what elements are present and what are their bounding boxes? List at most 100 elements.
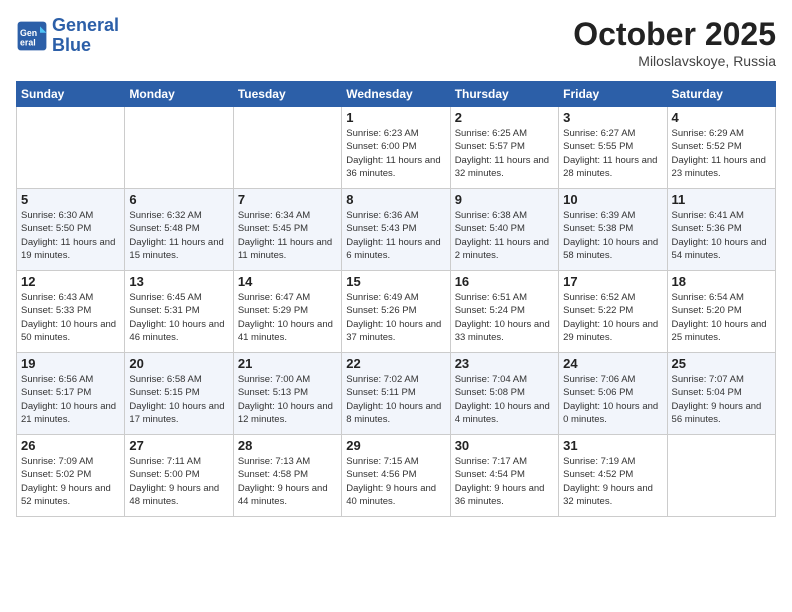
day-cell: 17Sunrise: 6:52 AM Sunset: 5:22 PM Dayli… [559,271,667,353]
calendar-container: Gen eral General Blue October 2025 Milos… [0,0,792,612]
day-number: 30 [455,438,554,453]
week-row-2: 5 Sunrise: 6:30 AM Sunset: 5:50 PM Daylig… [17,189,776,271]
col-thursday: Thursday [450,82,558,107]
day-cell: 20Sunrise: 6:58 AM Sunset: 5:15 PM Dayli… [125,353,233,435]
day-cell: 8 Sunrise: 6:36 AM Sunset: 5:43 PM Daylig… [342,189,450,271]
day-number: 3 [563,110,662,125]
day-info: Sunrise: 6:54 AM Sunset: 5:20 PM Dayligh… [672,291,771,344]
day-cell: 2Sunrise: 6:25 AM Sunset: 5:57 PM Daylig… [450,107,558,189]
day-info: Sunrise: 7:09 AM Sunset: 5:02 PM Dayligh… [21,455,120,508]
day-cell: 22Sunrise: 7:02 AM Sunset: 5:11 PM Dayli… [342,353,450,435]
day-cell: 6 Sunrise: 6:32 AM Sunset: 5:48 PM Daylig… [125,189,233,271]
title-block: October 2025 Miloslavskoye, Russia [573,16,776,69]
day-info: Sunrise: 7:00 AM Sunset: 5:13 PM Dayligh… [238,373,337,426]
day-info: Sunrise: 6:32 AM Sunset: 5:48 PM Dayligh… [129,209,228,262]
day-number: 16 [455,274,554,289]
day-cell: 31 Sunrise: 7:19 AM Sunset: 4:52 PM Dayli… [559,435,667,517]
day-info: Sunrise: 6:56 AM Sunset: 5:17 PM Dayligh… [21,373,120,426]
location-subtitle: Miloslavskoye, Russia [573,53,776,69]
calendar-table: Sunday Monday Tuesday Wednesday Thursday… [16,81,776,517]
day-cell: 7Sunrise: 6:34 AM Sunset: 5:45 PM Daylig… [233,189,341,271]
day-cell [125,107,233,189]
day-info: Sunrise: 6:29 AM Sunset: 5:52 PM Dayligh… [672,127,771,180]
day-info: Sunrise: 6:39 AM Sunset: 5:38 PM Dayligh… [563,209,662,262]
col-friday: Friday [559,82,667,107]
day-info: Sunrise: 6:25 AM Sunset: 5:57 PM Dayligh… [455,127,554,180]
logo-text-line2: Blue [52,36,119,56]
col-saturday: Saturday [667,82,775,107]
day-number: 6 [129,192,228,207]
day-number: 5 [21,192,120,207]
day-info: Sunrise: 7:02 AM Sunset: 5:11 PM Dayligh… [346,373,445,426]
day-cell: 30 Sunrise: 7:17 AM Sunset: 4:54 PM Dayli… [450,435,558,517]
day-info: Sunrise: 7:07 AM Sunset: 5:04 PM Dayligh… [672,373,771,426]
day-number: 8 [346,192,445,207]
day-info: Sunrise: 6:41 AM Sunset: 5:36 PM Dayligh… [672,209,771,262]
day-number: 27 [129,438,228,453]
day-number: 19 [21,356,120,371]
day-number: 10 [563,192,662,207]
day-number: 18 [672,274,771,289]
day-number: 26 [21,438,120,453]
day-cell: 12 Sunrise: 6:43 AM Sunset: 5:33 PM Dayli… [17,271,125,353]
day-cell: 25 Sunrise: 7:07 AM Sunset: 5:04 PM Dayli… [667,353,775,435]
week-row-3: 12 Sunrise: 6:43 AM Sunset: 5:33 PM Dayli… [17,271,776,353]
day-cell [233,107,341,189]
day-cell: 11 Sunrise: 6:41 AM Sunset: 5:36 PM Dayli… [667,189,775,271]
day-number: 11 [672,192,771,207]
day-number: 23 [455,356,554,371]
day-number: 1 [346,110,445,125]
logo: Gen eral General Blue [16,16,119,56]
week-row-5: 26 Sunrise: 7:09 AM Sunset: 5:02 PM Dayli… [17,435,776,517]
day-info: Sunrise: 6:43 AM Sunset: 5:33 PM Dayligh… [21,291,120,344]
col-sunday: Sunday [17,82,125,107]
day-number: 31 [563,438,662,453]
day-info: Sunrise: 6:23 AM Sunset: 6:00 PM Dayligh… [346,127,445,180]
day-number: 28 [238,438,337,453]
day-info: Sunrise: 6:51 AM Sunset: 5:24 PM Dayligh… [455,291,554,344]
day-info: Sunrise: 6:30 AM Sunset: 5:50 PM Dayligh… [21,209,120,262]
day-cell [667,435,775,517]
day-info: Sunrise: 6:49 AM Sunset: 5:26 PM Dayligh… [346,291,445,344]
day-cell: 13Sunrise: 6:45 AM Sunset: 5:31 PM Dayli… [125,271,233,353]
day-info: Sunrise: 6:47 AM Sunset: 5:29 PM Dayligh… [238,291,337,344]
day-info: Sunrise: 6:36 AM Sunset: 5:43 PM Dayligh… [346,209,445,262]
header: Gen eral General Blue October 2025 Milos… [16,16,776,69]
day-info: Sunrise: 7:04 AM Sunset: 5:08 PM Dayligh… [455,373,554,426]
day-number: 12 [21,274,120,289]
day-cell: 16 Sunrise: 6:51 AM Sunset: 5:24 PM Dayli… [450,271,558,353]
day-cell: 3 Sunrise: 6:27 AM Sunset: 5:55 PM Daylig… [559,107,667,189]
day-info: Sunrise: 7:11 AM Sunset: 5:00 PM Dayligh… [129,455,228,508]
day-cell: 15 Sunrise: 6:49 AM Sunset: 5:26 PM Dayli… [342,271,450,353]
day-cell: 24Sunrise: 7:06 AM Sunset: 5:06 PM Dayli… [559,353,667,435]
day-cell: 27 Sunrise: 7:11 AM Sunset: 5:00 PM Dayli… [125,435,233,517]
day-number: 25 [672,356,771,371]
month-title: October 2025 [573,16,776,53]
day-number: 15 [346,274,445,289]
day-number: 14 [238,274,337,289]
svg-text:Gen: Gen [20,28,37,38]
day-cell: 4Sunrise: 6:29 AM Sunset: 5:52 PM Daylig… [667,107,775,189]
day-number: 21 [238,356,337,371]
day-cell: 28Sunrise: 7:13 AM Sunset: 4:58 PM Dayli… [233,435,341,517]
day-cell: 21 Sunrise: 7:00 AM Sunset: 5:13 PM Dayli… [233,353,341,435]
day-cell: 1 Sunrise: 6:23 AM Sunset: 6:00 PM Daylig… [342,107,450,189]
day-info: Sunrise: 6:34 AM Sunset: 5:45 PM Dayligh… [238,209,337,262]
day-info: Sunrise: 6:52 AM Sunset: 5:22 PM Dayligh… [563,291,662,344]
day-number: 9 [455,192,554,207]
day-info: Sunrise: 7:17 AM Sunset: 4:54 PM Dayligh… [455,455,554,508]
day-cell: 26 Sunrise: 7:09 AM Sunset: 5:02 PM Dayli… [17,435,125,517]
svg-text:eral: eral [20,37,36,47]
day-info: Sunrise: 6:45 AM Sunset: 5:31 PM Dayligh… [129,291,228,344]
logo-text-line1: General [52,16,119,36]
col-monday: Monday [125,82,233,107]
calendar-header-row: Sunday Monday Tuesday Wednesday Thursday… [17,82,776,107]
day-cell: 14 Sunrise: 6:47 AM Sunset: 5:29 PM Dayli… [233,271,341,353]
day-info: Sunrise: 6:58 AM Sunset: 5:15 PM Dayligh… [129,373,228,426]
day-info: Sunrise: 7:15 AM Sunset: 4:56 PM Dayligh… [346,455,445,508]
day-info: Sunrise: 7:19 AM Sunset: 4:52 PM Dayligh… [563,455,662,508]
day-cell: 19 Sunrise: 6:56 AM Sunset: 5:17 PM Dayli… [17,353,125,435]
col-tuesday: Tuesday [233,82,341,107]
day-info: Sunrise: 6:27 AM Sunset: 5:55 PM Dayligh… [563,127,662,180]
day-number: 24 [563,356,662,371]
